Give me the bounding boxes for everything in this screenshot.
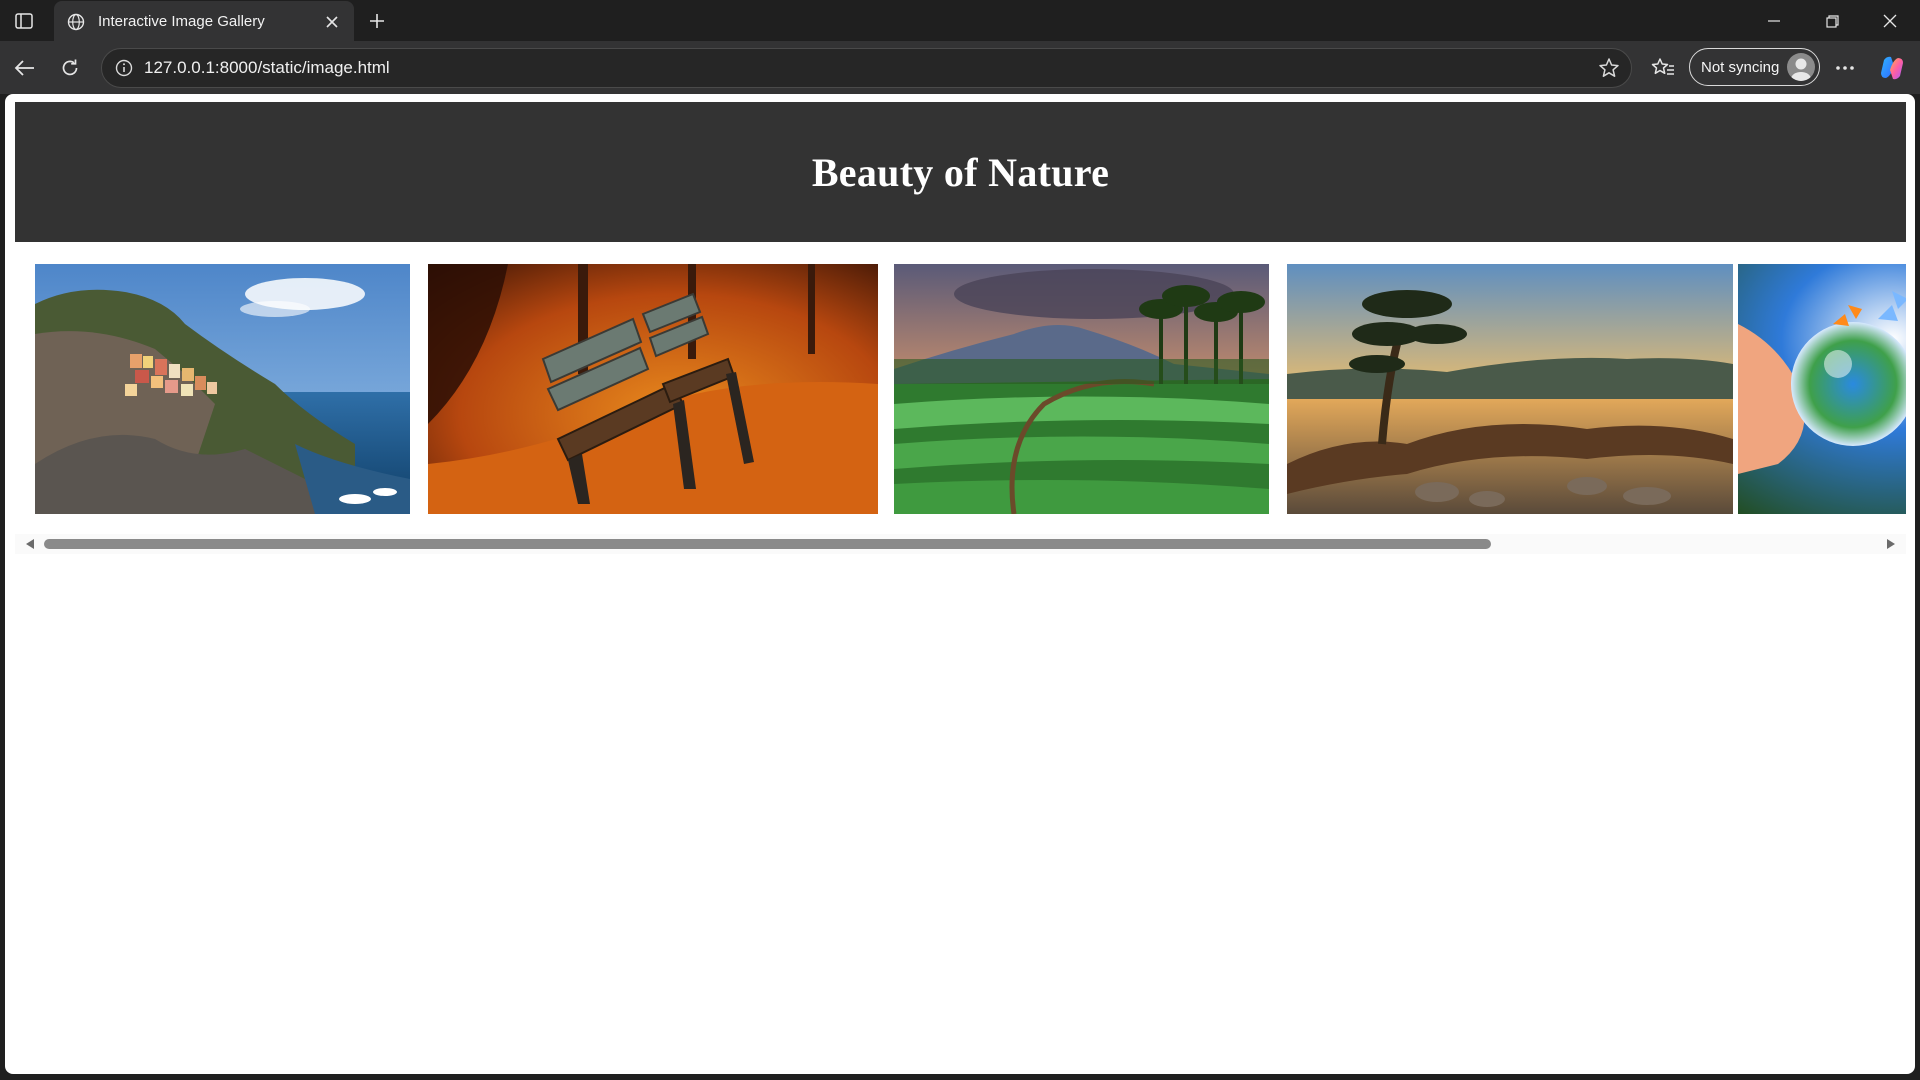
coastal-village-image[interactable] bbox=[35, 264, 410, 514]
lake-tree-image[interactable] bbox=[1287, 264, 1733, 514]
profile-label: Not syncing bbox=[1701, 58, 1780, 76]
page-viewport: Beauty of Nature bbox=[5, 94, 1915, 1074]
scroll-right-arrow-icon[interactable] bbox=[1886, 539, 1896, 549]
page-title: Beauty of Nature bbox=[811, 149, 1110, 195]
favorites-icon[interactable] bbox=[1648, 53, 1678, 83]
url-text: 127.0.0.1:8000/static/image.html bbox=[144, 58, 390, 77]
star-icon[interactable] bbox=[1597, 56, 1621, 80]
scroll-thumb[interactable] bbox=[44, 539, 1491, 549]
info-icon[interactable] bbox=[114, 58, 134, 78]
sidebar-toggle-icon[interactable] bbox=[12, 10, 36, 32]
profile-button[interactable]: Not syncing bbox=[1689, 48, 1820, 86]
autumn-bench-image[interactable] bbox=[428, 264, 878, 514]
tab-active[interactable]: Interactive Image Gallery bbox=[54, 1, 354, 42]
tab-title: Interactive Image Gallery bbox=[98, 13, 265, 30]
address-bar[interactable]: 127.0.0.1:8000/static/image.html bbox=[101, 48, 1632, 88]
horizontal-scrollbar[interactable] bbox=[15, 534, 1906, 554]
globe-icon bbox=[66, 12, 86, 32]
browser-toolbar: 127.0.0.1:8000/static/image.html Not syn… bbox=[0, 41, 1920, 94]
close-window-icon[interactable] bbox=[1870, 8, 1910, 34]
page-header: Beauty of Nature bbox=[15, 102, 1906, 242]
scroll-left-arrow-icon[interactable] bbox=[25, 539, 35, 549]
close-icon[interactable] bbox=[320, 10, 344, 34]
copilot-icon[interactable] bbox=[1877, 53, 1907, 83]
refresh-icon[interactable] bbox=[55, 53, 85, 83]
more-icon[interactable] bbox=[1830, 53, 1860, 83]
avatar bbox=[1787, 53, 1815, 81]
minimize-icon[interactable] bbox=[1754, 8, 1794, 34]
back-arrow-icon[interactable] bbox=[10, 53, 40, 83]
tab-bar: Interactive Image Gallery bbox=[0, 0, 1920, 42]
rice-terrace-image[interactable] bbox=[894, 264, 1269, 514]
crystal-ball-image[interactable] bbox=[1738, 264, 1906, 514]
restore-icon[interactable] bbox=[1812, 8, 1852, 34]
image-gallery[interactable] bbox=[15, 264, 1906, 514]
plus-icon[interactable] bbox=[364, 8, 390, 34]
